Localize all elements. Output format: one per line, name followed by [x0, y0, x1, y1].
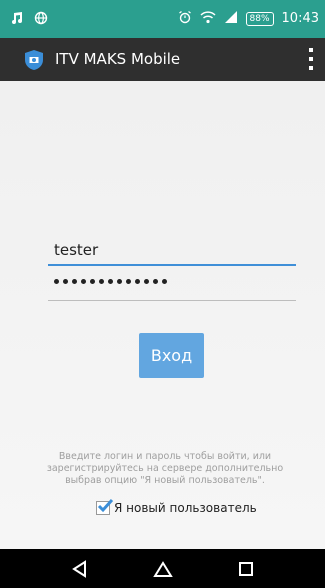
password-underline [48, 300, 296, 301]
globe-icon [34, 10, 48, 29]
alarm-icon [178, 10, 192, 27]
music-note-icon [10, 10, 24, 29]
back-icon[interactable] [68, 557, 92, 581]
navigation-bar [0, 549, 325, 588]
login-hint-text: Введите логин и пароль чтобы войти, или … [46, 451, 284, 486]
new-user-checkbox[interactable]: Я новый пользователь [96, 498, 257, 515]
battery-indicator: 88% [245, 11, 274, 26]
username-field[interactable]: tester [48, 236, 296, 266]
home-icon[interactable] [151, 557, 175, 581]
username-value: tester [54, 241, 99, 259]
password-field[interactable] [48, 271, 296, 301]
overflow-menu-icon[interactable] [307, 48, 315, 70]
password-mask [54, 279, 167, 284]
status-bar: 88% 10:43 [0, 0, 325, 38]
recent-apps-icon[interactable] [234, 557, 258, 581]
app-title: ITV MAKS Mobile [55, 50, 181, 68]
login-button[interactable]: Вход [139, 333, 204, 378]
app-bar: ITV MAKS Mobile [0, 38, 325, 81]
new-user-label: Я новый пользователь [114, 501, 257, 515]
status-time: 10:43 [281, 11, 319, 26]
wifi-icon [199, 10, 216, 27]
username-underline [48, 264, 296, 266]
shield-app-icon [23, 49, 45, 71]
signal-icon [224, 10, 238, 27]
checkbox-checked-icon[interactable] [96, 498, 114, 515]
login-screen: tester Вход Введите логин и пароль чтобы… [0, 81, 325, 549]
